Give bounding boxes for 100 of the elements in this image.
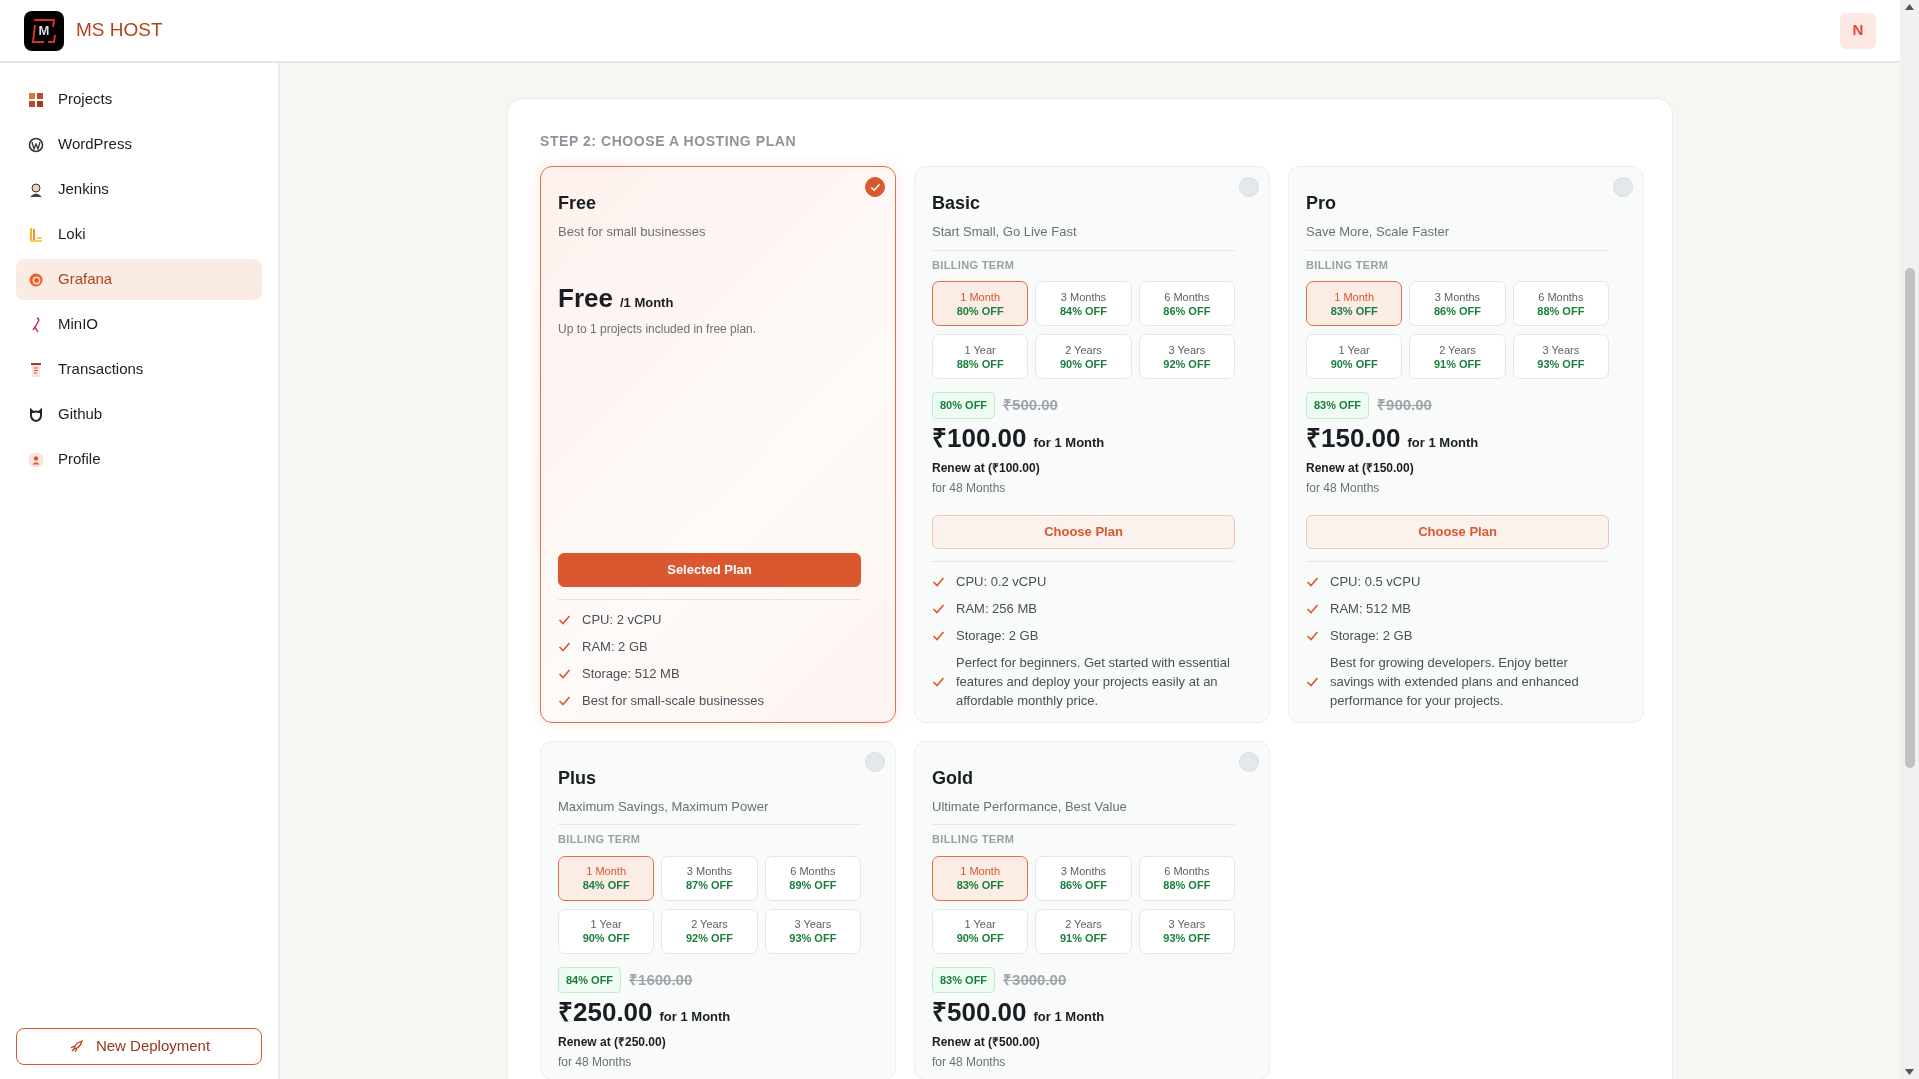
globe-icon <box>28 136 44 153</box>
billing-term-option[interactable]: 3 Months 86% OFF <box>1035 855 1132 901</box>
price-period: for 1 Month <box>1033 433 1105 452</box>
sidebar-item[interactable]: Projects <box>16 79 262 120</box>
logo-letter: M <box>38 21 50 40</box>
plan-tagline: Best for small businesses <box>558 223 707 241</box>
original-price: ₹500.00 <box>1003 395 1058 415</box>
sidebar-item[interactable]: Grafana <box>16 259 262 300</box>
billing-term-label: BILLING TERM <box>932 832 1016 847</box>
renew-term: for 48 Months <box>1306 479 1381 497</box>
billing-term-option[interactable]: 6 Months 88% OFF <box>1512 281 1609 326</box>
plan-price: ₹100.00 <box>932 421 1027 454</box>
billing-term-option[interactable]: 2 Years 90% OFF <box>1035 334 1132 379</box>
billing-term-label: BILLING TERM <box>932 257 1016 273</box>
original-price: ₹3000.00 <box>1003 969 1067 990</box>
sidebar-item[interactable]: Jenkins <box>16 169 262 210</box>
renew-term: for 48 Months <box>932 479 1007 497</box>
renew-price: Renew at (₹250.00) <box>558 1034 667 1051</box>
plan-tagline: Save More, Scale Faster <box>1306 223 1451 241</box>
billing-term-option[interactable]: 1 Year 90% OFF <box>558 908 655 954</box>
billing-term-option[interactable]: 1 Year 88% OFF <box>932 334 1029 379</box>
renew-price: Renew at (₹150.00) <box>1306 459 1415 477</box>
choose-plan-button[interactable]: Choose Plan <box>1306 514 1609 549</box>
grid-icon <box>28 91 44 108</box>
billing-term-option[interactable]: 3 Months 86% OFF <box>1409 281 1506 326</box>
billing-term-option[interactable]: 1 Month 83% OFF <box>1306 281 1403 326</box>
feature-text: CPU: 0.2 vCPU <box>956 572 1047 591</box>
billing-term-option[interactable]: 3 Years 92% OFF <box>1138 334 1235 379</box>
sidebar-item[interactable]: Transactions <box>16 349 262 390</box>
feature-text: Best for growing developers. Enjoy better savings with extended plans and enhanced performance for your projects. <box>1330 653 1580 710</box>
plan-name: Gold <box>932 766 974 789</box>
selected-plan-button[interactable]: Selected Plan <box>558 552 861 587</box>
scroll-up-icon[interactable] <box>1905 4 1914 10</box>
scrollbar[interactable] <box>1900 0 1919 1079</box>
billing-term-option[interactable]: 2 Years 92% OFF <box>661 908 758 954</box>
price-period: for 1 Month <box>1407 433 1479 452</box>
radio-circle[interactable] <box>1613 177 1633 197</box>
price-period: for 1 Month <box>1033 1008 1105 1026</box>
plan-name: Pro <box>1306 192 1337 214</box>
radio-circle[interactable] <box>1239 751 1259 772</box>
radio-circle[interactable] <box>865 751 885 772</box>
plan-card[interactable] <box>1288 166 1644 723</box>
radio-circle[interactable] <box>1239 177 1259 197</box>
plan-card[interactable] <box>914 740 1270 1079</box>
sidebar-item[interactable]: WordPress <box>16 124 262 165</box>
swirl-icon <box>28 271 44 288</box>
price-period: /1 Month <box>619 293 674 312</box>
billing-term-option[interactable]: 1 Year 90% OFF <box>932 908 1029 954</box>
billing-term-option[interactable]: 6 Months 88% OFF <box>1138 855 1235 901</box>
original-price: ₹1600.00 <box>629 969 693 990</box>
sidebar-item[interactable]: Github <box>16 394 262 435</box>
plan-name: Plus <box>558 766 597 789</box>
scrollbar-thumb[interactable] <box>1905 268 1915 768</box>
billing-term-option[interactable]: 3 Years 93% OFF <box>764 908 861 954</box>
discount-badge: 83% OFF <box>932 966 996 993</box>
billing-term-option[interactable]: 1 Month 80% OFF <box>932 281 1029 326</box>
billing-term-option[interactable]: 3 Years 93% OFF <box>1512 334 1609 379</box>
feature-text: Perfect for beginners. Get started with essential features and deploy your projects easily at an affordable monthly price. <box>956 653 1231 710</box>
feature-text: RAM: 256 MB <box>956 599 1037 618</box>
plan-card[interactable]: Free Best for small businesses Free /1 Month Up to 1 projects included in free plan. Selected Plan CPU: 2 vCPU RAM: 2 GB Storage: 512 MB Best for small-scale businesses <box>540 166 896 723</box>
selected-check-icon[interactable] <box>865 177 885 197</box>
discount-badge: 84% OFF <box>558 966 622 993</box>
cat-icon <box>28 406 44 423</box>
billing-term-option[interactable]: 2 Years 91% OFF <box>1035 908 1132 954</box>
renew-price: Renew at (₹500.00) <box>932 1034 1041 1051</box>
feature-text: CPU: 2 vCPU <box>582 610 662 629</box>
discount-badge: 80% OFF <box>932 392 996 419</box>
billing-term-option[interactable]: 3 Years 93% OFF <box>1138 908 1235 954</box>
billing-term-option[interactable]: 1 Month 83% OFF <box>932 855 1029 901</box>
billing-term-option[interactable]: 3 Months 84% OFF <box>1035 281 1132 326</box>
feature-text: Storage: 2 GB <box>1330 626 1413 645</box>
feature-text: RAM: 2 GB <box>582 637 648 656</box>
billing-term-option[interactable]: 1 Year 90% OFF <box>1306 334 1403 379</box>
bars-icon <box>28 226 44 243</box>
sidebar-item[interactable]: Profile <box>16 439 262 480</box>
billing-term-option[interactable]: 1 Month 84% OFF <box>558 855 655 901</box>
feature-text: Best for small-scale businesses <box>582 691 765 710</box>
plan-note: Up to 1 projects included in free plan. <box>558 320 758 338</box>
plan-tagline: Ultimate Performance, Best Value <box>932 797 1128 816</box>
billing-term-option[interactable]: 6 Months 89% OFF <box>764 855 861 901</box>
plan-card[interactable] <box>914 166 1270 723</box>
plan-price: ₹500.00 <box>932 996 1027 1028</box>
scroll-down-icon[interactable] <box>1905 1069 1914 1075</box>
billing-term-label: BILLING TERM <box>558 832 642 847</box>
billing-term-option[interactable]: 3 Months 87% OFF <box>661 855 758 901</box>
plan-tagline: Maximum Savings, Maximum Power <box>558 797 770 816</box>
choose-plan-button[interactable]: Choose Plan <box>932 514 1235 549</box>
billing-term-option[interactable]: 2 Years 91% OFF <box>1409 334 1506 379</box>
new-deployment-button[interactable]: New Deployment <box>16 1028 262 1065</box>
billing-term-option[interactable]: 6 Months 86% OFF <box>1138 281 1235 326</box>
original-price: ₹900.00 <box>1377 395 1432 415</box>
feature-text: RAM: 512 MB <box>1330 599 1411 618</box>
renew-price: Renew at (₹100.00) <box>932 459 1041 477</box>
sidebar-item[interactable]: Loki <box>16 214 262 255</box>
plan-price: ₹250.00 <box>558 996 653 1028</box>
plan-name: Basic <box>932 192 982 214</box>
plan-card[interactable] <box>540 740 896 1079</box>
plan-name: Free <box>558 192 598 214</box>
sidebar-item[interactable]: MinIO <box>16 304 262 345</box>
renew-term: for 48 Months <box>558 1054 633 1071</box>
